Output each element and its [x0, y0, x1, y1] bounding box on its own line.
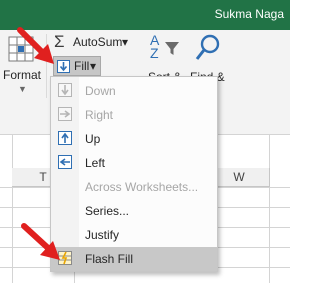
fill-button[interactable]: Fill ▾	[53, 56, 101, 76]
filter-funnel-icon	[165, 42, 179, 55]
menu-item-label: Justify	[85, 228, 120, 242]
fill-down-icon	[58, 83, 72, 97]
user-name[interactable]: Sukma Naga	[215, 7, 284, 21]
format-label: Format	[3, 68, 42, 82]
fill-right-icon	[58, 107, 72, 121]
menu-item-series[interactable]: Series...	[51, 199, 217, 223]
annotation-arrow-fill	[17, 27, 54, 64]
fill-down-icon	[57, 60, 70, 73]
grid-column-line	[269, 135, 270, 283]
menu-item-label: Up	[85, 132, 101, 146]
menu-item-right[interactable]: Right	[51, 103, 217, 127]
menu-item-down[interactable]: Down	[51, 79, 217, 103]
grid-column-line	[12, 135, 13, 283]
fill-dropdown-menu: Down Right Up Left Across Worksheets... …	[50, 76, 218, 272]
fill-left-icon	[58, 155, 72, 169]
chevron-down-icon: ▼	[18, 84, 27, 94]
sort-az-icon: AZ	[150, 32, 160, 61]
menu-item-up[interactable]: Up	[51, 127, 217, 151]
autosum-label: AutoSum	[73, 35, 123, 49]
menu-item-flash-fill[interactable]: Flash Fill	[51, 247, 217, 271]
menu-item-label: Left	[85, 156, 106, 170]
menu-item-label: Down	[85, 84, 116, 98]
column-header-w[interactable]: W	[209, 168, 270, 187]
autosum-button[interactable]: Σ AutoSum ▾	[52, 32, 134, 52]
autosum-caret: ▾	[122, 35, 129, 49]
magnifier-icon	[195, 34, 220, 60]
menu-item-label: Across Worksheets...	[85, 180, 199, 194]
annotation-arrow-flash-fill	[21, 223, 60, 260]
fill-label: Fill	[74, 59, 90, 73]
menu-item-justify[interactable]: Justify	[51, 223, 217, 247]
menu-item-label: Series...	[85, 204, 130, 218]
fill-caret: ▾	[90, 59, 97, 73]
menu-item-label: Right	[85, 108, 114, 122]
menu-item-across-worksheets[interactable]: Across Worksheets...	[51, 175, 217, 199]
fill-up-icon	[58, 131, 72, 145]
menu-item-left[interactable]: Left	[51, 151, 217, 175]
menu-item-label: Flash Fill	[85, 252, 134, 266]
